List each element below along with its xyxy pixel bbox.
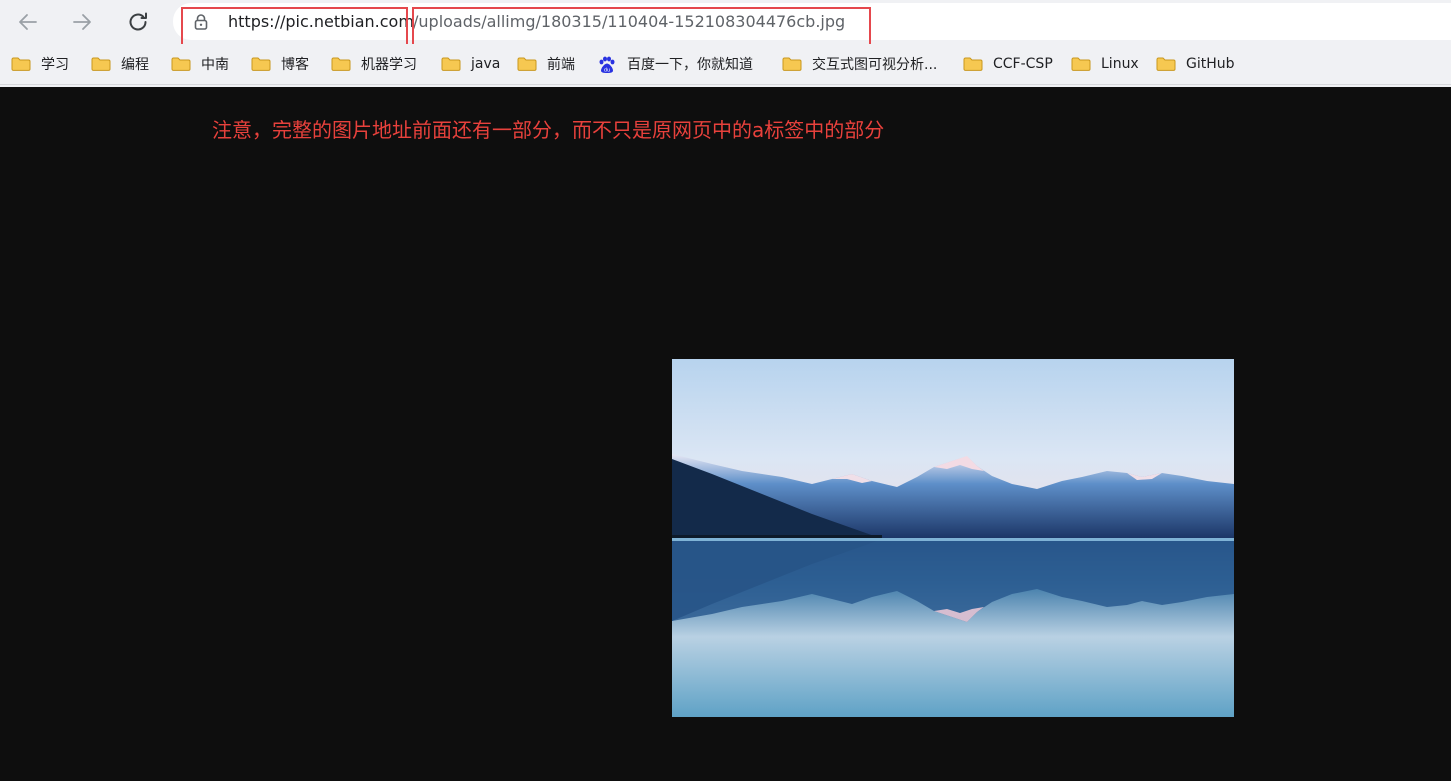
bookmark-folder-java[interactable]: java [441, 52, 500, 76]
bookmark-folder-blog[interactable]: 博客 [251, 52, 309, 76]
bookmark-folder-frontend[interactable]: 前端 [517, 52, 575, 76]
reload-button[interactable] [122, 6, 154, 38]
bookmark-label: Linux [1101, 56, 1139, 72]
bookmark-label: 交互式图可视分析... [812, 57, 938, 73]
bookmark-folder-ccf-csp[interactable]: CCF-CSP [963, 52, 1053, 76]
forward-button[interactable] [66, 6, 98, 38]
folder-icon [171, 56, 191, 72]
bookmark-label: 前端 [547, 57, 575, 73]
bookmark-folder-programming[interactable]: 编程 [91, 52, 149, 76]
folder-icon [11, 56, 31, 72]
bookmark-folder-csu[interactable]: 中南 [171, 52, 229, 76]
bookmark-folder-ml[interactable]: 机器学习 [331, 52, 417, 76]
reload-icon [126, 10, 150, 34]
arrow-right-icon [70, 10, 94, 34]
annotation-note: 注意，完整的图片地址前面还有一部分，而不只是原网页中的a标签中的部分 [212, 118, 885, 142]
bookmarks-bar: 学习 编程 中南 博客 机器学习 java 前端 du 百度一下，你就知道 交互… [0, 44, 1451, 85]
bookmark-folder-study[interactable]: 学习 [11, 52, 69, 76]
folder-icon [1156, 56, 1176, 72]
bookmark-label: java [471, 56, 501, 72]
svg-text:du: du [604, 68, 610, 74]
folder-icon [91, 56, 111, 72]
bookmark-label: 中南 [201, 57, 229, 73]
folder-icon [441, 56, 461, 72]
bookmark-folder-github[interactable]: GitHub [1156, 52, 1235, 76]
bookmark-baidu[interactable]: du 百度一下，你就知道 [597, 52, 753, 76]
bookmark-label: 博客 [281, 57, 309, 73]
folder-icon [1071, 56, 1091, 72]
bookmark-label: 百度一下，你就知道 [627, 57, 753, 73]
displayed-image [672, 359, 1234, 717]
bookmark-label: CCF-CSP [993, 56, 1053, 72]
bookmark-folder-graph-vis[interactable]: 交互式图可视分析... [782, 52, 937, 76]
folder-icon [517, 56, 537, 72]
folder-icon [251, 56, 271, 72]
browser-chrome: https://pic.netbian.com /uploads/allimg/… [0, 0, 1451, 87]
mountain-lake-photo [672, 359, 1234, 717]
bookmark-folder-linux[interactable]: Linux [1071, 52, 1139, 76]
bookmark-label: 学习 [41, 57, 69, 73]
back-button[interactable] [12, 6, 44, 38]
bookmark-label: GitHub [1186, 56, 1235, 72]
folder-icon [331, 56, 351, 72]
folder-icon [963, 56, 983, 72]
baidu-icon: du [597, 56, 617, 74]
highlight-box-host [181, 7, 408, 49]
browser-toolbar: https://pic.netbian.com /uploads/allimg/… [0, 0, 1451, 55]
folder-icon [782, 56, 802, 72]
bookmark-label: 编程 [121, 57, 149, 73]
arrow-left-icon [16, 10, 40, 34]
bookmark-label: 机器学习 [361, 57, 417, 73]
